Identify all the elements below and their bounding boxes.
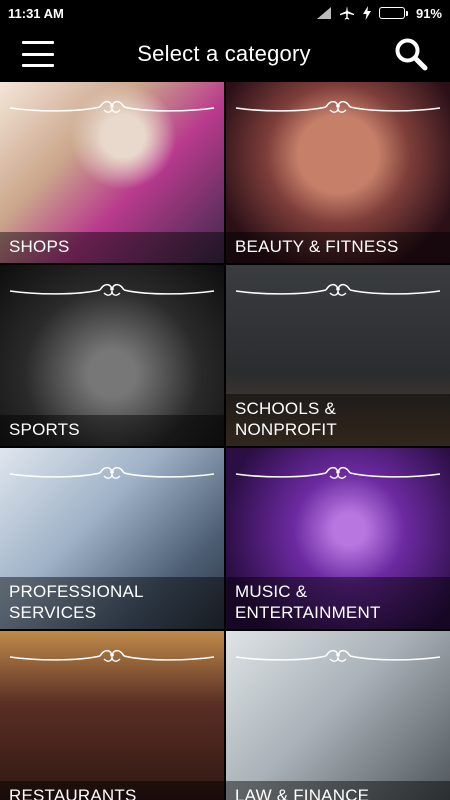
category-label-line: LAW & FINANCE xyxy=(235,786,370,800)
ornament-divider xyxy=(9,649,215,662)
ornament-divider xyxy=(235,649,441,662)
category-tile-beauty-fitness[interactable]: BEAUTY & FITNESS xyxy=(226,82,450,263)
status-time: 11:31 AM xyxy=(8,5,64,21)
battery-icon xyxy=(378,7,408,19)
status-icons: 91% xyxy=(316,5,442,21)
category-label-line: MUSIC & xyxy=(235,582,308,601)
category-label: MUSIC & ENTERTAINMENT xyxy=(226,577,450,629)
category-tile-schools-nonprofit[interactable]: SCHOOLS & NONPROFIT xyxy=(226,265,450,446)
status-bar: 11:31 AM 91% xyxy=(0,0,450,26)
category-tile-shops[interactable]: SHOPS xyxy=(0,82,224,263)
ornament-divider xyxy=(235,283,441,296)
category-label-line: PROFESSIONAL xyxy=(9,582,144,601)
category-tile-restaurants[interactable]: RESTAURANTS xyxy=(0,631,224,800)
page-title: Select a category xyxy=(137,41,311,66)
category-tile-sports[interactable]: SPORTS xyxy=(0,265,224,446)
app-bar: Select a category xyxy=(0,26,450,82)
category-tile-law-finance[interactable]: LAW & FINANCE xyxy=(226,631,450,800)
ornament-divider xyxy=(9,283,215,296)
category-label: SPORTS xyxy=(0,415,224,446)
category-label-line: SHOPS xyxy=(9,237,70,256)
category-label: PROFESSIONAL SERVICES xyxy=(0,577,224,629)
category-label-line: SCHOOLS & NONPROFIT xyxy=(235,399,337,439)
category-label-line: ENTERTAINMENT xyxy=(235,603,381,622)
category-label-line: SERVICES xyxy=(9,603,97,622)
category-label: SHOPS xyxy=(0,232,224,263)
battery-percent: 91% xyxy=(415,5,442,21)
category-label: SCHOOLS & NONPROFIT xyxy=(226,394,450,446)
ornament-divider xyxy=(9,466,215,479)
ornament-divider xyxy=(9,100,215,113)
charging-icon xyxy=(362,6,371,20)
category-label-line: RESTAURANTS xyxy=(9,786,137,800)
hamburger-menu-icon[interactable] xyxy=(22,41,54,67)
airplane-icon xyxy=(339,6,355,20)
category-label-line: BEAUTY & FITNESS xyxy=(235,237,399,256)
signal-icon xyxy=(316,7,331,19)
category-tile-professional-services[interactable]: PROFESSIONAL SERVICES xyxy=(0,448,224,629)
ornament-divider xyxy=(235,466,441,479)
category-tile-music-entertainment[interactable]: MUSIC & ENTERTAINMENT xyxy=(226,448,450,629)
category-grid: SHOPS BEAUTY & FITNESS SPORTS SCHOOLS & … xyxy=(0,82,450,800)
category-label: RESTAURANTS xyxy=(0,781,224,800)
category-label: BEAUTY & FITNESS xyxy=(226,232,450,263)
category-label-line: SPORTS xyxy=(9,420,80,439)
search-icon[interactable] xyxy=(394,37,428,71)
ornament-divider xyxy=(235,100,441,113)
category-label: LAW & FINANCE xyxy=(226,781,450,800)
